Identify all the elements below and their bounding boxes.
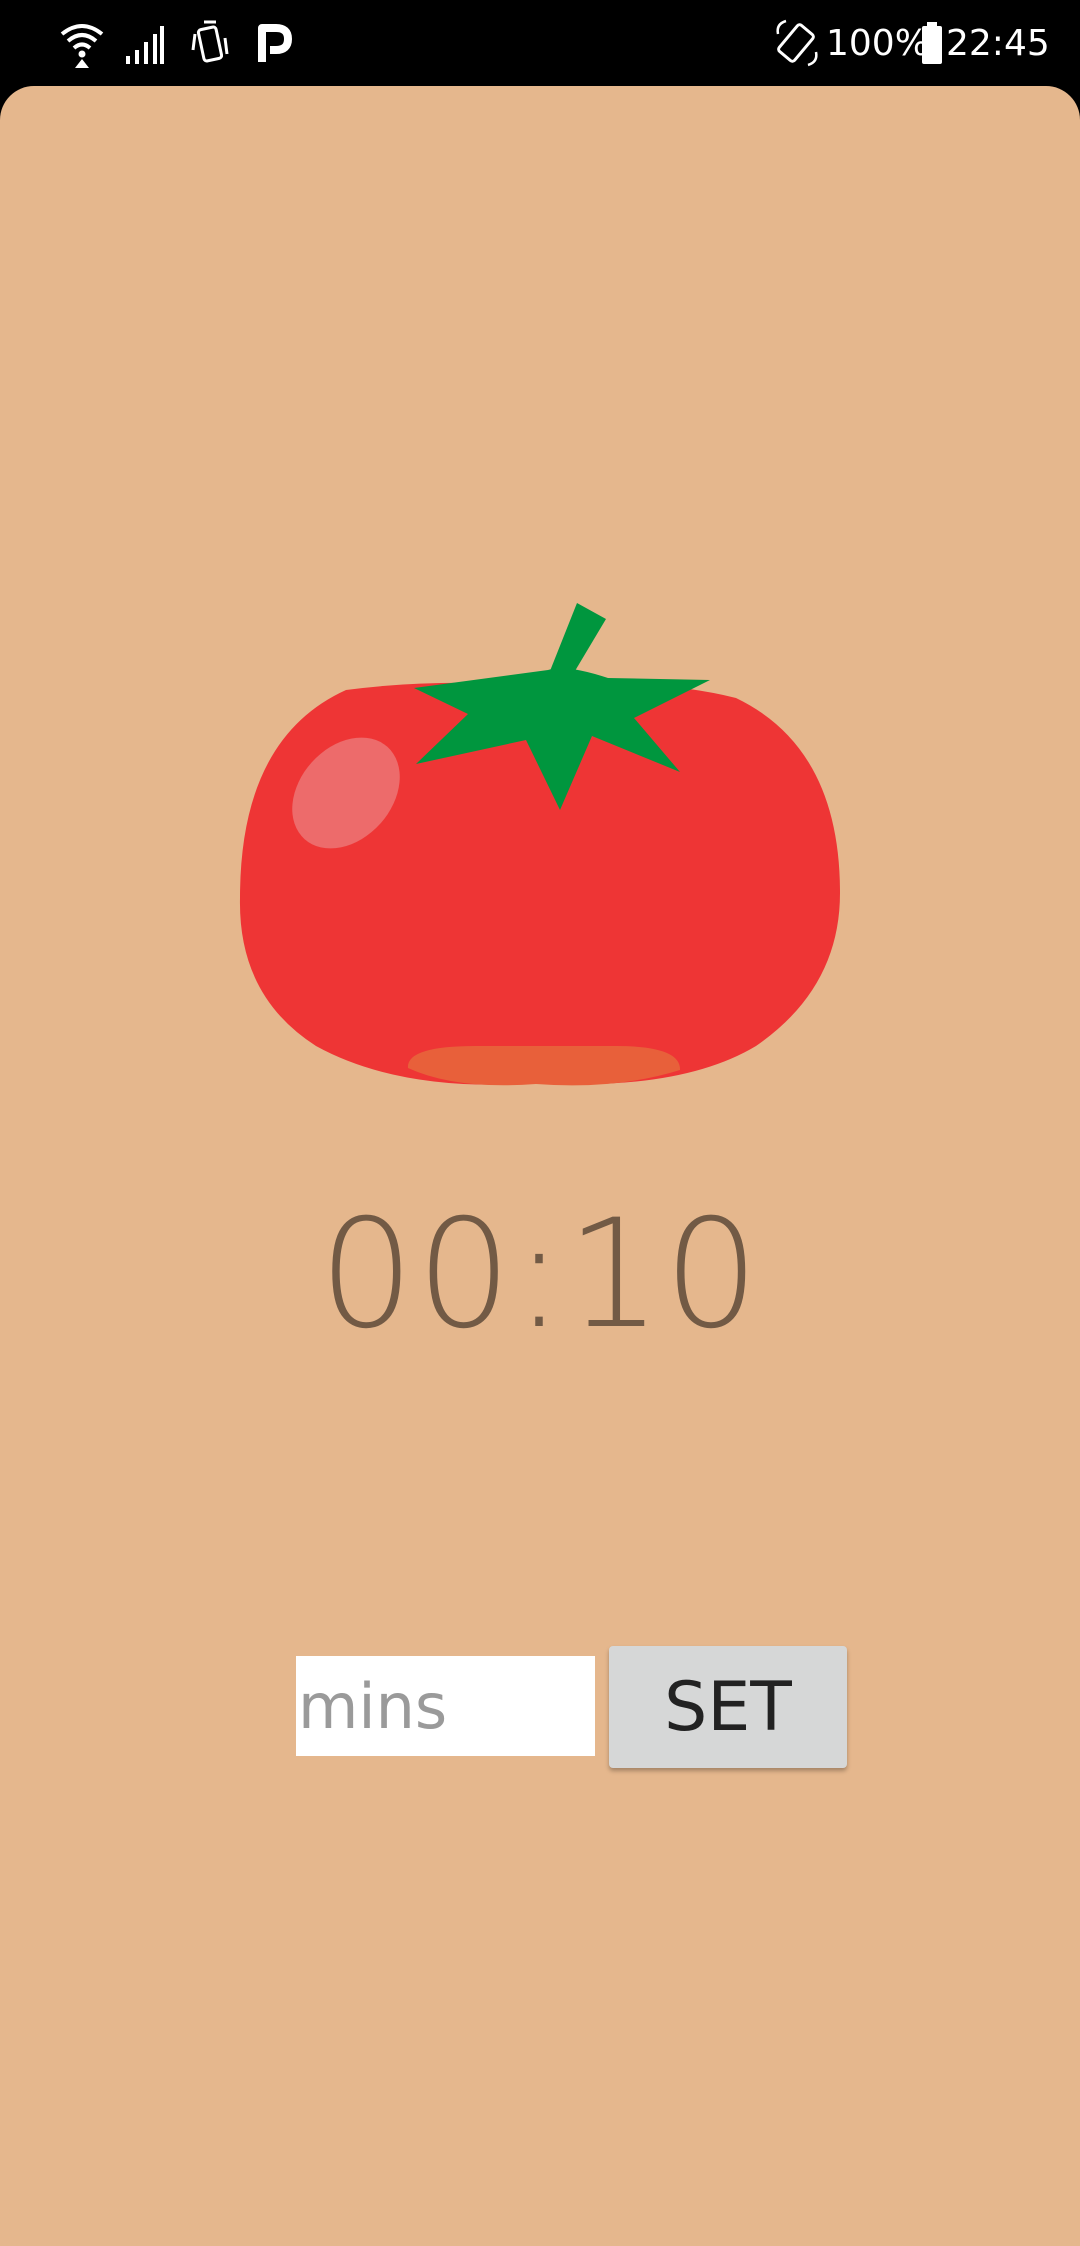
status-bar: 100% 22:45 xyxy=(0,0,1080,86)
status-time: 22:45 xyxy=(946,23,1050,64)
vibrate-icon xyxy=(191,20,229,63)
auto-rotate-icon xyxy=(776,19,818,67)
timer-display: 00:10 xyxy=(318,1188,762,1362)
app-screen xyxy=(0,86,1080,2246)
battery-icon xyxy=(922,22,942,64)
wifi-icon xyxy=(60,24,104,68)
set-button[interactable]: SET xyxy=(609,1646,847,1768)
tomato-icon xyxy=(239,603,840,1086)
parking-app-icon xyxy=(258,24,292,62)
battery-percent: 100% xyxy=(826,23,929,64)
minutes-input[interactable] xyxy=(296,1656,595,1756)
cell-signal-icon xyxy=(126,26,164,64)
